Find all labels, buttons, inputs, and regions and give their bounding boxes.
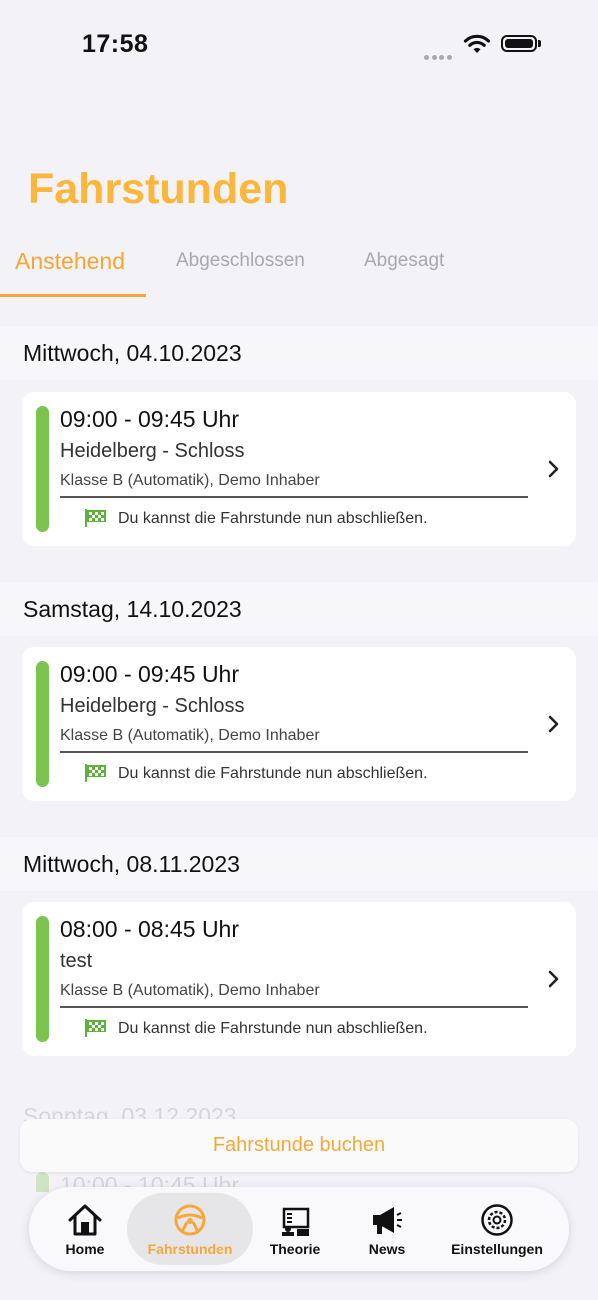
active-tab-indicator <box>0 294 146 297</box>
page-title: Fahrstunden <box>28 165 289 213</box>
tab-anstehend[interactable]: Anstehend <box>15 248 125 275</box>
lesson-location: test <box>60 950 93 972</box>
book-lesson-button[interactable]: Fahrstunde buchen <box>20 1119 578 1172</box>
lesson-note-text: Du kannst die Fahrstunde nun abschließen… <box>118 765 428 782</box>
lesson-location: Heidelberg - Schloss <box>60 695 245 717</box>
cellular-signal-icon <box>424 47 454 65</box>
settings-gear-icon <box>481 1204 513 1236</box>
lesson-time: 09:00 - 09:45 Uhr <box>60 661 240 687</box>
lesson-status-bar <box>36 406 49 532</box>
section-header: Mittwoch, 08.11.2023 <box>0 837 598 891</box>
section-date: Samstag, 14.10.2023 <box>23 596 242 622</box>
tab-fahrstunden[interactable]: Fahrstunden <box>127 1193 253 1265</box>
lesson-details: Klasse B (Automatik), Demo Inhaber <box>60 982 320 999</box>
lesson-card[interactable]: 08:00 - 08:45 Uhr test Klasse B (Automat… <box>22 902 576 1056</box>
divider <box>60 751 528 753</box>
chevron-right-icon <box>548 715 559 733</box>
lesson-filter-tabs: Anstehend Abgeschlossen Abgesagt <box>0 240 598 298</box>
lesson-status-bar <box>36 1172 49 1192</box>
status-bar: 17:58 <box>0 0 598 90</box>
tab-home[interactable]: Home <box>43 1193 127 1265</box>
lesson-card[interactable]: 09:00 - 09:45 Uhr Heidelberg - Schloss K… <box>22 392 576 546</box>
chevron-right-icon <box>548 460 559 478</box>
lesson-status-bar <box>36 661 49 787</box>
theory-board-icon <box>282 1207 310 1236</box>
section-header: Mittwoch, 04.10.2023 <box>0 326 598 380</box>
tab-einstellungen[interactable]: Einstellungen <box>443 1193 551 1265</box>
tab-label: Fahrstunden <box>147 1241 233 1257</box>
lesson-note: Du kannst die Fahrstunde nun abschließen… <box>85 764 428 783</box>
tab-theorie[interactable]: Theorie <box>255 1193 335 1265</box>
lesson-note-text: Du kannst die Fahrstunde nun abschließen… <box>118 1020 428 1037</box>
bottom-tab-bar: Home Fahrstunden Theorie News Einstellun… <box>29 1187 569 1271</box>
chevron-right-icon <box>548 970 559 988</box>
divider <box>60 1006 528 1008</box>
tab-label: News <box>368 1241 406 1257</box>
lesson-time: 09:00 - 09:45 Uhr <box>60 406 240 432</box>
tab-label: Home <box>65 1241 105 1257</box>
lesson-details: Klasse B (Automatik), Demo Inhaber <box>60 472 320 489</box>
lesson-note-text: Du kannst die Fahrstunde nun abschließen… <box>118 510 428 527</box>
checkered-flag-icon <box>85 509 106 527</box>
tab-label: Einstellungen <box>451 1241 543 1257</box>
home-icon <box>68 1204 102 1236</box>
status-time: 17:58 <box>82 30 149 58</box>
lesson-note: Du kannst die Fahrstunde nun abschließen… <box>85 1019 428 1038</box>
section-header: Samstag, 14.10.2023 <box>0 582 598 636</box>
tab-label: Theorie <box>269 1241 321 1257</box>
section-date: Mittwoch, 04.10.2023 <box>23 340 242 366</box>
section-date: Mittwoch, 08.11.2023 <box>23 851 240 877</box>
lesson-note: Du kannst die Fahrstunde nun abschließen… <box>85 509 428 528</box>
tab-news[interactable]: News <box>347 1193 427 1265</box>
tab-abgeschlossen[interactable]: Abgeschlossen <box>176 250 305 272</box>
lesson-card[interactable]: 09:00 - 09:45 Uhr Heidelberg - Schloss K… <box>22 647 576 801</box>
lesson-details: Klasse B (Automatik), Demo Inhaber <box>60 727 320 744</box>
checkered-flag-icon <box>85 1019 106 1037</box>
megaphone-icon <box>373 1207 402 1234</box>
checkered-flag-icon <box>85 764 106 782</box>
steering-wheel-icon <box>174 1204 206 1236</box>
wifi-icon <box>463 34 491 53</box>
lesson-status-bar <box>36 916 49 1042</box>
battery-icon <box>501 35 541 52</box>
tab-abgesagt[interactable]: Abgesagt <box>364 250 444 272</box>
lesson-time: 08:00 - 08:45 Uhr <box>60 916 240 942</box>
divider <box>60 496 528 498</box>
lesson-location: Heidelberg - Schloss <box>60 440 245 462</box>
